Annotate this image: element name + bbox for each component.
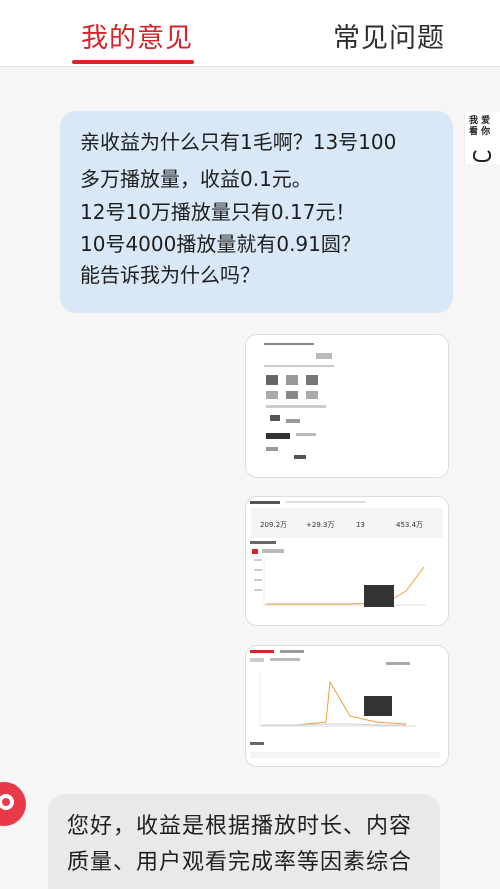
bird-doodle-icon: [473, 148, 491, 162]
message-line: 能告诉我为什么吗？: [80, 263, 260, 287]
message-line: 亲收益为什么只有1毛啊？13号100: [80, 130, 397, 154]
stat-value: 453.4万: [396, 521, 423, 529]
avatar-signature-text: 我 爱 看 你: [469, 116, 491, 137]
tab-faq[interactable]: 常见问题: [333, 22, 445, 56]
active-tab-indicator: [72, 60, 194, 64]
attachment-image-2[interactable]: 209.2万 +29.3万 13 453.4万: [245, 496, 449, 626]
screenshot-thumbnail-icon: [246, 335, 448, 477]
tab-bar: 我的意见 常见问题: [0, 0, 500, 67]
reply-line: 质量、用户观看完成率等因素综合: [67, 850, 413, 875]
reply-line: 您好，收益是根据播放时长、内容: [67, 814, 413, 839]
earnings-chart-thumbnail-icon: 209.2万 +29.3万 13 453.4万: [246, 497, 448, 625]
stat-value: 209.2万: [260, 521, 287, 529]
stat-value: +29.3万: [306, 521, 334, 529]
attachment-image-3[interactable]: [245, 645, 449, 767]
playcount-chart-thumbnail-icon: [246, 646, 448, 766]
message-line: 多万播放量，收益0.1元。: [80, 167, 312, 191]
support-avatar[interactable]: [0, 782, 26, 826]
message-line: 10号4000播放量就有0.91圆？: [80, 232, 361, 256]
stat-value: 13: [356, 521, 365, 529]
message-line: 12号10万播放量只有0.17元！: [80, 200, 356, 224]
support-reply-bubble[interactable]: 您好，收益是根据播放时长、内容 质量、用户观看完成率等因素综合: [48, 794, 440, 889]
tab-my-feedback[interactable]: 我的意见: [81, 22, 193, 56]
attachment-image-1[interactable]: [245, 334, 449, 478]
feedback-page: 我的意见 常见问题 我 爱 看 你 亲收益为什么只有1毛啊？13号100 多万播…: [0, 0, 500, 889]
user-message-bubble[interactable]: 亲收益为什么只有1毛啊？13号100 多万播放量，收益0.1元。 12号10万播…: [60, 111, 453, 313]
user-avatar[interactable]: 我 爱 看 你: [464, 112, 500, 164]
